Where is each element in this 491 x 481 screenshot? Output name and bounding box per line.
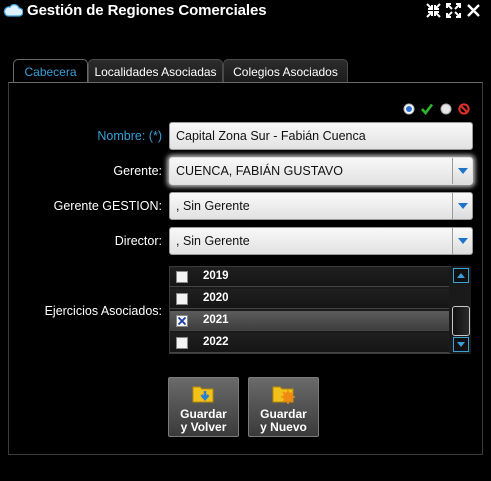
director-value: , Sin Gerente xyxy=(176,234,250,248)
gerente-gestion-label: Gerente GESTION: xyxy=(53,199,162,213)
ejercicio-checkbox[interactable] xyxy=(176,271,188,283)
scroll-thumb[interactable] xyxy=(452,306,470,336)
guardar-y-nuevo-line2: y Nuevo xyxy=(260,420,307,434)
ejercicio-year: 2019 xyxy=(203,270,229,282)
title-bar: Gestión de Regiones Comerciales xyxy=(0,0,491,24)
guardar-y-volver-line2: y Volver xyxy=(180,420,227,434)
tab-localidades-asociadas[interactable]: Localidades Asociadas xyxy=(88,59,223,83)
chevron-up-icon xyxy=(457,273,465,278)
folder-new-icon xyxy=(272,386,295,404)
tab-colegios-asociados[interactable]: Colegios Asociados xyxy=(223,59,348,83)
gerente-dropdown-button[interactable] xyxy=(452,158,472,184)
ejercicio-year: 2022 xyxy=(203,336,229,348)
list-item[interactable]: 2022 xyxy=(170,333,449,353)
check-icon[interactable] xyxy=(421,103,433,115)
forbidden-icon[interactable] xyxy=(458,103,470,115)
director-dropdown-button[interactable] xyxy=(452,228,472,254)
ejercicios-list: 2019 2020 2021 2022 xyxy=(169,266,471,354)
gerente-select[interactable]: CUENCA, FABIÁN GUSTAVO xyxy=(169,157,473,185)
guardar-y-volver-button[interactable]: Guardar y Volver xyxy=(168,377,239,437)
ejercicio-year: 2021 xyxy=(203,314,229,326)
ejercicio-checkbox[interactable] xyxy=(176,315,188,327)
chevron-down-icon xyxy=(458,203,468,209)
ejercicios-label: Ejercicios Asociados: xyxy=(44,304,162,318)
cloud-icon xyxy=(3,3,23,17)
window-title: Gestión de Regiones Comerciales xyxy=(27,2,267,19)
ejercicio-checkbox[interactable] xyxy=(176,293,188,305)
folder-download-icon xyxy=(192,386,214,403)
scroll-up-button[interactable] xyxy=(453,268,469,283)
close-icon[interactable] xyxy=(466,3,481,18)
gerente-label: Gerente: xyxy=(113,164,162,178)
checkbox-x-icon xyxy=(178,317,186,325)
list-item[interactable]: 2020 xyxy=(170,289,449,309)
gerente-gestion-value: , Sin Gerente xyxy=(176,199,250,213)
nombre-field[interactable]: Capital Zona Sur - Fabián Cuenca xyxy=(169,122,473,150)
expand-icon[interactable] xyxy=(446,3,461,18)
ejercicio-checkbox[interactable] xyxy=(176,337,188,349)
radio-blue-icon[interactable] xyxy=(403,103,415,115)
guardar-y-nuevo-button[interactable]: Guardar y Nuevo xyxy=(248,377,319,437)
gerente-gestion-select[interactable]: , Sin Gerente xyxy=(169,192,473,220)
chevron-down-icon xyxy=(457,342,465,347)
guardar-y-nuevo-label: Guardar y Nuevo xyxy=(249,408,318,434)
scroll-down-button[interactable] xyxy=(453,337,469,352)
director-label: Director: xyxy=(114,234,162,248)
gerente-value: CUENCA, FABIÁN GUSTAVO xyxy=(176,164,343,178)
nombre-label: Nombre: (*) xyxy=(97,129,162,143)
chevron-down-icon xyxy=(458,168,468,174)
gerente-gestion-dropdown-button[interactable] xyxy=(452,193,472,219)
compress-icon[interactable] xyxy=(426,3,441,18)
director-select[interactable]: , Sin Gerente xyxy=(169,227,473,255)
ejercicio-year: 2020 xyxy=(203,292,229,304)
list-item[interactable]: 2019 xyxy=(170,267,449,287)
radio-gray-icon[interactable] xyxy=(440,103,452,115)
list-item[interactable]: 2021 xyxy=(170,311,449,331)
ejercicios-scrollbar[interactable] xyxy=(451,266,471,354)
chevron-down-icon xyxy=(458,238,468,244)
guardar-y-volver-label: Guardar y Volver xyxy=(169,408,238,434)
